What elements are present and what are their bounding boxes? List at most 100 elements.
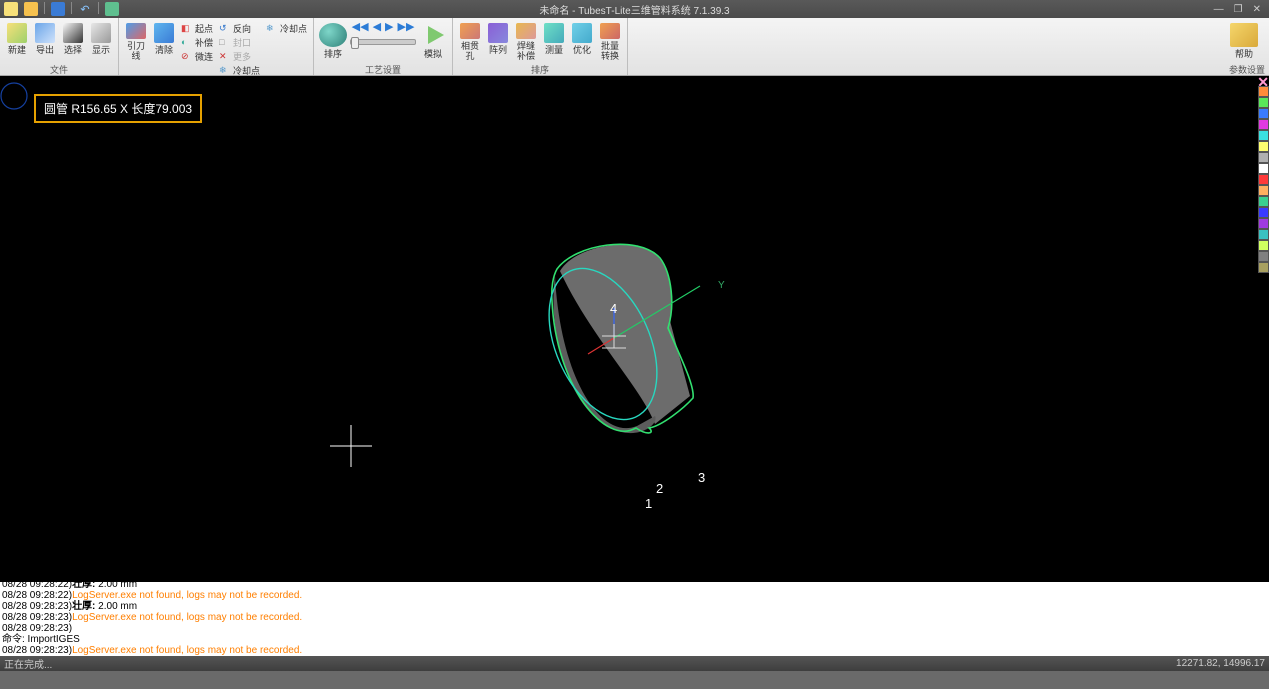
qat-sep2 <box>71 2 72 14</box>
mini-label: 更多 <box>233 50 251 63</box>
btn-label: 引刀线 <box>124 41 148 61</box>
status-text: 正在完成... <box>4 656 52 671</box>
quick-access-toolbar: ↶ <box>0 2 119 16</box>
btn-label: 新建 <box>8 45 26 55</box>
color-swatch-0[interactable] <box>1258 86 1269 97</box>
btn-label: 批量转换 <box>598 41 622 61</box>
color-swatch-2[interactable] <box>1258 108 1269 119</box>
reverse-item[interactable]: ↺反向 <box>217 22 262 35</box>
color-swatch-11[interactable] <box>1258 207 1269 218</box>
color-swatch-8[interactable] <box>1258 174 1269 185</box>
ribbon-group-sort: 相贯孔阵列焊缝补偿测量优化批量转换 排序 <box>453 18 628 75</box>
mini-label: 补偿 <box>195 36 213 49</box>
log-line: 08/28 09:28:23)LogServer.exe not found, … <box>2 612 1267 623</box>
qat-new-icon[interactable] <box>4 2 18 16</box>
qat-tools-icon[interactable] <box>105 2 119 16</box>
color-swatch-7[interactable] <box>1258 163 1269 174</box>
help-button[interactable]: 帮助 <box>1229 20 1259 62</box>
qat-sep <box>44 2 45 14</box>
qat-save-icon[interactable] <box>51 2 65 16</box>
log-line: 08/28 09:28:22)壮厚: 2.00 mm <box>2 582 1267 590</box>
btn-label: 排序 <box>324 49 342 59</box>
btn-label: 模拟 <box>424 49 442 59</box>
prev-button[interactable]: ◀ <box>373 20 381 33</box>
micro-item[interactable]: ⊘微连 <box>179 50 215 63</box>
qat-undo-icon[interactable]: ↶ <box>78 2 92 16</box>
node-label-1: 1 <box>645 496 652 511</box>
measure-button[interactable]: 测量 <box>541 20 567 62</box>
mini-label: 起点 <box>195 22 213 35</box>
simulate-button[interactable]: 排序 <box>318 20 348 62</box>
seal-item[interactable]: □封口 <box>217 36 262 49</box>
cool-item[interactable]: ❄冷却点 <box>264 22 309 35</box>
import-button[interactable]: 导出 <box>32 20 58 62</box>
ribbon: 新建导出选择显示 文件 引刀线清除 ◧起点◐补偿⊘微连 ↺反向□封口✕更多 ❄冷却… <box>0 18 1269 76</box>
show-button[interactable]: 显示 <box>88 20 114 62</box>
ribbon-group-param: 帮助 参数设置 <box>1225 18 1269 75</box>
node-label-2: 2 <box>656 481 663 496</box>
color-swatch-10[interactable] <box>1258 196 1269 207</box>
viewport-3d[interactable]: ✕ Y 1234 圆管 R156.65 X 长度79. <box>0 76 1269 582</box>
log-line: 08/28 09:28:23)壮厚: 2.00 mm <box>2 601 1267 612</box>
color-swatch-14[interactable] <box>1258 240 1269 251</box>
color-swatch-4[interactable] <box>1258 130 1269 141</box>
window-controls: — ❐ ✕ <box>1214 4 1269 15</box>
playback-slider[interactable] <box>350 39 416 45</box>
next-button[interactable]: ▶ <box>385 20 393 33</box>
ribbon-group-file: 新建导出选择显示 文件 <box>0 18 119 75</box>
log-line: 08/28 09:28:22)LogServer.exe not found, … <box>2 590 1267 601</box>
log-line: 08/28 09:28:23) <box>2 623 1267 634</box>
mini-label: 封口 <box>233 36 251 49</box>
playback-controls: ◀◀ ◀ ▶ ▶▶ <box>352 20 415 33</box>
node-label-4: 4 <box>610 301 617 316</box>
comp-item[interactable]: ◐补偿 <box>179 36 215 49</box>
maximize-button[interactable]: ❐ <box>1234 4 1243 15</box>
select-button[interactable]: 选择 <box>60 20 86 62</box>
leadline-button[interactable]: 引刀线 <box>123 20 149 62</box>
minimize-button[interactable]: — <box>1214 4 1224 15</box>
corel-button[interactable]: 相贯孔 <box>457 20 483 62</box>
color-swatch-3[interactable] <box>1258 119 1269 130</box>
array-button[interactable]: 阵列 <box>485 20 511 62</box>
color-swatch-16[interactable] <box>1258 262 1269 273</box>
close-button[interactable]: ✕ <box>1253 4 1261 15</box>
optimize-button[interactable]: 优化 <box>569 20 595 62</box>
btn-label: 相贯孔 <box>458 41 482 61</box>
log-panel[interactable]: 08/28 09:28:22)壮厚: 2.00 mm08/28 09:28:22… <box>0 582 1269 656</box>
more-item[interactable]: ✕更多 <box>217 50 262 63</box>
clear-button[interactable]: 清除 <box>151 20 177 62</box>
ribbon-group-process: 排序 ◀◀ ◀ ▶ ▶▶ 模拟 工艺设置 <box>314 18 453 75</box>
btn-label: 帮助 <box>1235 49 1253 59</box>
ribbon-group-view: 引刀线清除 ◧起点◐补偿⊘微连 ↺反向□封口✕更多❄冷却点 ❄冷却点 查看 <box>119 18 314 75</box>
color-swatch-13[interactable] <box>1258 229 1269 240</box>
model-svg: Y 1234 <box>0 76 1269 582</box>
color-swatch-1[interactable] <box>1258 97 1269 108</box>
color-swatch-15[interactable] <box>1258 251 1269 262</box>
ffwd-button[interactable]: ▶▶ <box>398 20 415 33</box>
btn-label: 导出 <box>36 45 54 55</box>
color-swatch-5[interactable] <box>1258 141 1269 152</box>
qat-open-icon[interactable] <box>24 2 38 16</box>
pipe-info-text: 圆管 R156.65 X 长度79.003 <box>44 102 192 116</box>
mini-label: 反向 <box>233 22 251 35</box>
rewind-button[interactable]: ◀◀ <box>352 20 369 33</box>
mini-label: 冷却点 <box>280 22 307 35</box>
btn-label: 测量 <box>545 45 563 55</box>
simulate2-button[interactable]: 模拟 <box>418 20 448 62</box>
new-button[interactable]: 新建 <box>4 20 30 62</box>
btn-label: 优化 <box>573 45 591 55</box>
qat-sep3 <box>98 2 99 14</box>
color-swatch-9[interactable] <box>1258 185 1269 196</box>
title-bar: ↶ 未命名 - TubesT-Lite三维管料系统 7.1.39.3 — ❐ ✕ <box>0 0 1269 18</box>
color-swatch-12[interactable] <box>1258 218 1269 229</box>
weldcomp-button[interactable]: 焊缝补偿 <box>513 20 539 62</box>
color-swatch-6[interactable] <box>1258 152 1269 163</box>
btn-label: 阵列 <box>489 45 507 55</box>
axis-y-label: Y <box>718 280 725 291</box>
btn-label: 显示 <box>92 45 110 55</box>
convert-button[interactable]: 批量转换 <box>597 20 623 62</box>
startpt-item[interactable]: ◧起点 <box>179 22 215 35</box>
btn-label: 选择 <box>64 45 82 55</box>
pipe-info-box: 圆管 R156.65 X 长度79.003 <box>34 94 202 123</box>
status-bar: 正在完成... 12271.82, 14996.17 <box>0 656 1269 671</box>
